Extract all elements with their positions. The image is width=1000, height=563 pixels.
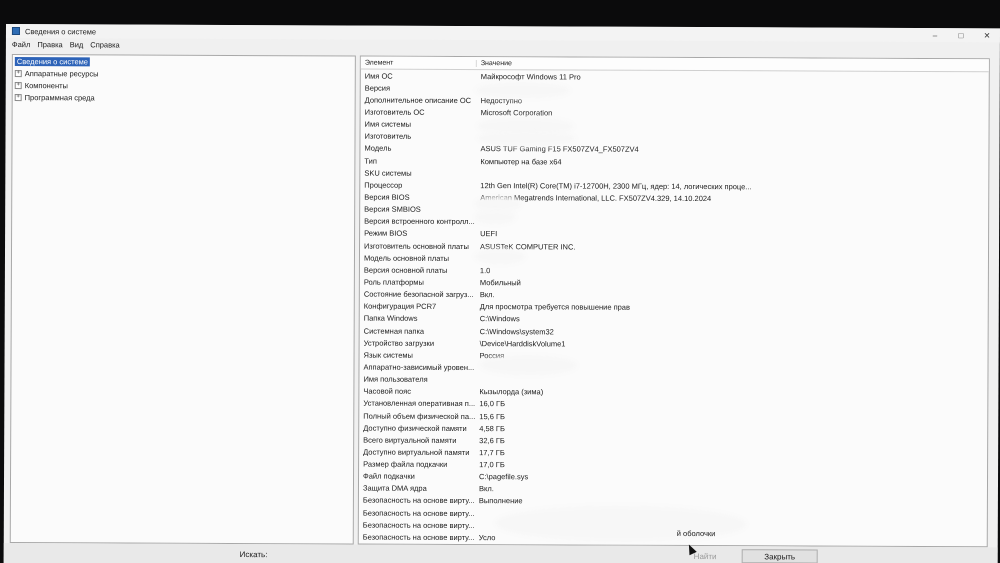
- row-element-value: Вкл.: [479, 290, 495, 300]
- row-element-value: 16,0 ГБ: [479, 399, 506, 409]
- close-button[interactable]: Закрыть: [741, 549, 818, 563]
- row-element-name: Имя системы: [364, 119, 412, 129]
- row-element-value: ASUSTeK COMPUTER INC.: [480, 241, 576, 252]
- row-element-value: C:\Windows: [479, 314, 520, 324]
- row-element-value: Недоступно: [480, 95, 523, 106]
- menu-file[interactable]: Файл: [12, 40, 30, 49]
- row-element-value: Россия: [479, 350, 505, 360]
- row-element-name: Версия BIOS: [364, 192, 410, 202]
- row-element-name: Тип: [364, 156, 377, 166]
- row-element-name: Изготовитель: [364, 131, 412, 142]
- row-element-name: Модель: [364, 143, 392, 154]
- system-info-icon: [11, 27, 20, 36]
- row-element-name: Дополнительное описание ОС: [364, 95, 472, 105]
- row-element-value: Усло: [478, 532, 496, 543]
- content-area: Сведения о системе + Аппаратные ресурсы …: [9, 54, 990, 548]
- row-element-name: Версия основной платы: [363, 265, 448, 275]
- system-info-window: Сведения о системе – □ ✕ Файл Правка Вид…: [3, 24, 1000, 563]
- row-element-name: Имя пользователя: [363, 374, 428, 384]
- row-element-value: 4,58 ГБ: [479, 423, 505, 433]
- row-element-name: Системная папка: [363, 326, 425, 336]
- row-element-name: Изготовитель ОС: [364, 107, 425, 117]
- row-element-name: Состояние безопасной загруз...: [363, 289, 474, 300]
- tree-item-label: Аппаратные ресурсы: [24, 68, 99, 78]
- maximize-icon[interactable]: □: [948, 28, 974, 42]
- row-element-value: Компьютер на базе x64: [480, 156, 562, 166]
- row-element-name: Устройство загрузки: [363, 338, 435, 348]
- row-element-value: Майкрософт Windows 11 Pro: [480, 71, 581, 82]
- column-header-element[interactable]: Элемент: [360, 59, 477, 67]
- row-element-value: Microsoft Corporation: [480, 108, 553, 118]
- row-element-name: Язык системы: [363, 350, 413, 360]
- details-list[interactable]: Элемент Значение Имя ОС Майкрософт Window…: [357, 55, 990, 548]
- expand-icon[interactable]: +: [14, 81, 22, 89]
- row-element-name: Роль платформы: [363, 277, 424, 287]
- row-element-name: Полный объем физической па...: [363, 411, 476, 421]
- row-element-value: Для просмотра требуется повышение прав: [479, 302, 631, 312]
- row-element-name: Файл подкачки: [363, 471, 415, 481]
- redaction-mark: [477, 253, 523, 261]
- menu-help[interactable]: Справка: [90, 40, 119, 49]
- details-rows: Имя ОС Майкрософт Windows 11 Pro Версия Доп…: [359, 70, 989, 546]
- row-element-value: 17,7 ГБ: [479, 447, 505, 458]
- row-element-name: SKU системы: [364, 168, 412, 178]
- tree-item-label: Компоненты: [24, 80, 68, 90]
- row-element-name: Размер файла подкачки: [363, 459, 448, 469]
- row-element-value: \Device\HarddiskVolume1: [479, 338, 566, 349]
- redaction-mark: [478, 214, 513, 221]
- row-element-name: Доступно физической памяти: [363, 423, 467, 433]
- row-element-name: Установленная оперативная п...: [363, 398, 476, 409]
- row-element-name: Безопасность на основе вирту...: [362, 532, 475, 542]
- row-element-name: Конфигурация PCR7: [363, 301, 437, 312]
- row-element-name: Режим BIOS: [364, 228, 408, 239]
- expand-icon[interactable]: +: [14, 69, 22, 77]
- row-element-name: Аппаратно-зависимый уровен...: [363, 362, 475, 372]
- row-element-name: Модель основной платы: [363, 253, 450, 263]
- row-element-name: Безопасность на основе вирту...: [362, 508, 475, 518]
- tree-item-label: Сведения о системе: [14, 56, 90, 66]
- minimize-icon[interactable]: –: [922, 28, 948, 42]
- row-element-name: Процессор: [364, 180, 403, 190]
- find-button[interactable]: Найти: [694, 552, 717, 561]
- row-element-value: ASUS TUF Gaming F15 FX507ZV4_FX507ZV4: [480, 144, 639, 155]
- row-element-value: Выполнение: [478, 496, 523, 506]
- row-element-value: 15,6 ГБ: [479, 411, 505, 421]
- row-element-name: Всего виртуальной памяти: [363, 435, 457, 445]
- redaction-mark: [478, 200, 519, 209]
- window-title: Сведения о системе: [24, 26, 97, 36]
- menu-view[interactable]: Вид: [70, 40, 84, 49]
- close-icon[interactable]: ✕: [974, 28, 1000, 42]
- row-element-name: Доступно виртуальной памяти: [363, 447, 470, 457]
- partially-visible-value: й оболочки: [676, 528, 716, 539]
- row-element-name: Версия SMBIOS: [364, 204, 421, 214]
- row-element-value: Вкл.: [478, 484, 494, 494]
- search-bar: Искать: Найти Закрыть: [3, 542, 998, 563]
- row-element-value: 17,0 ГБ: [479, 460, 505, 470]
- category-tree: Сведения о системе + Аппаратные ресурсы …: [9, 54, 356, 545]
- column-header-value[interactable]: Значение: [477, 60, 512, 67]
- row-element-value: Мобильный: [479, 278, 521, 288]
- row-element-name: Папка Windows: [363, 313, 418, 324]
- row-element-name: Безопасность на основе вирту...: [362, 520, 475, 530]
- row-element-value: 1.0: [479, 265, 491, 275]
- row-element-value: C:\Windows\system32: [479, 326, 554, 336]
- row-element-name: Версия встроенного контролл...: [364, 216, 475, 227]
- row-element-value: UEFI: [480, 229, 498, 239]
- row-element-name: Безопасность на основе вирту...: [362, 496, 475, 506]
- find-label: Искать:: [239, 549, 268, 559]
- row-element-value: 32,6 ГБ: [479, 435, 505, 445]
- row-element-value: 12th Gen Intel(R) Core(TM) i7-12700H, 23…: [480, 180, 752, 192]
- tree-item-software-environment[interactable]: + Программная среда: [13, 91, 355, 104]
- expand-icon[interactable]: +: [14, 93, 22, 101]
- menu-edit[interactable]: Правка: [37, 40, 62, 49]
- tree-item-label: Программная среда: [24, 92, 95, 102]
- row-element-value: C:\pagefile.sys: [479, 472, 529, 482]
- row-element-name: Версия: [364, 83, 391, 93]
- row-element-name: Защита DMA ядра: [362, 483, 427, 494]
- row-element-value: Кызылорда (зима): [479, 387, 544, 397]
- row-element-name: Имя ОС: [364, 71, 393, 81]
- row-element-name: Часовой пояс: [363, 386, 411, 396]
- row-element-name: Изготовитель основной платы: [364, 241, 469, 251]
